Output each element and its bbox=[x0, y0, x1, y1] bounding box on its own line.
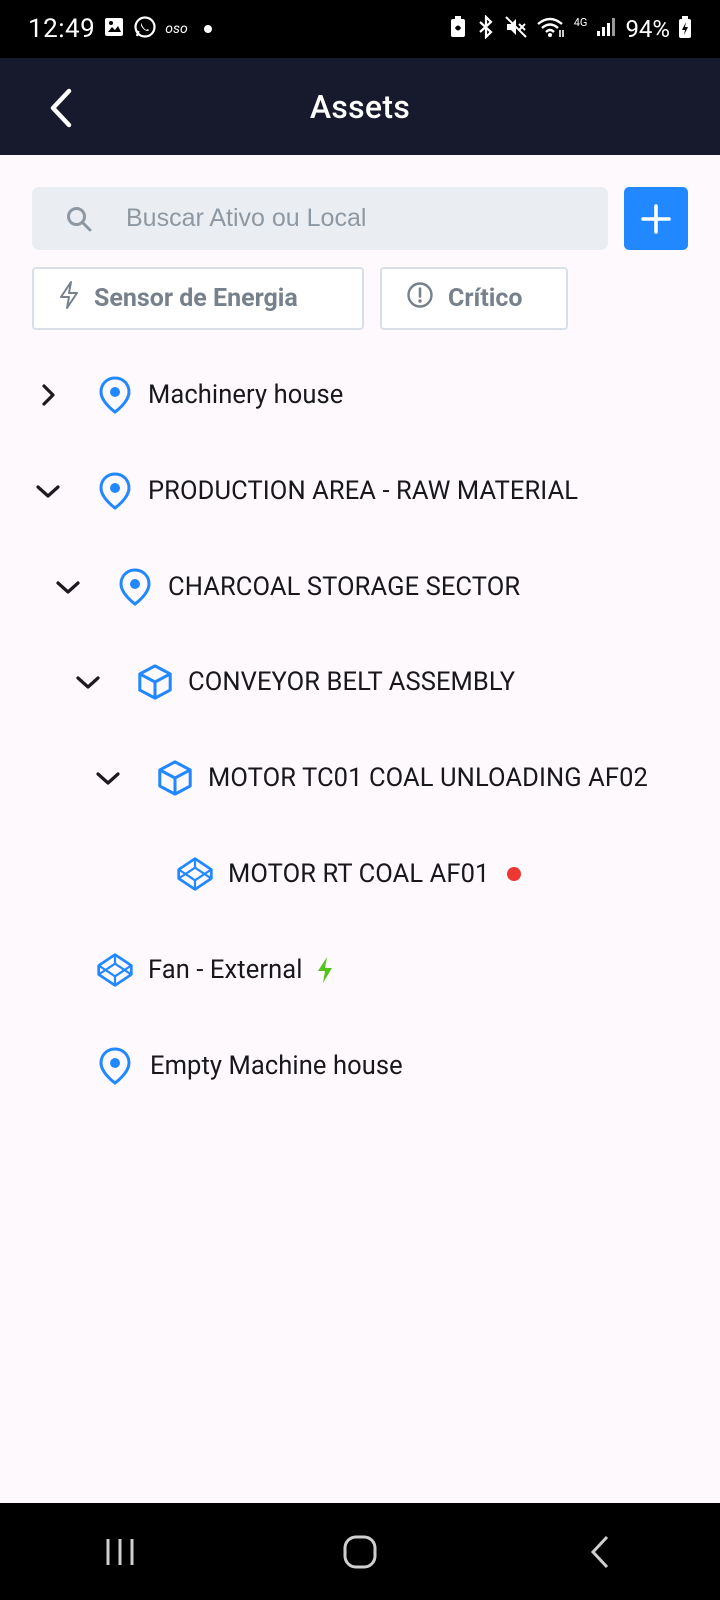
energy-bolt-icon bbox=[315, 956, 335, 984]
tree-item-empty-machine-house[interactable]: Empty Machine house bbox=[96, 1036, 403, 1096]
nav-back-button[interactable] bbox=[560, 1522, 640, 1582]
tree-item-charcoal-storage[interactable]: CHARCOAL STORAGE SECTOR bbox=[52, 557, 520, 617]
tree-item-conveyor-belt[interactable]: CONVEYOR BELT ASSEMBLY bbox=[72, 652, 515, 712]
chevron-down-icon[interactable] bbox=[52, 571, 84, 603]
plus-icon bbox=[641, 203, 671, 234]
tree-item-label: CONVEYOR BELT ASSEMBLY bbox=[188, 667, 516, 697]
chevron-down-icon[interactable] bbox=[92, 762, 124, 794]
signal-icon bbox=[595, 16, 617, 42]
critical-status-dot bbox=[507, 867, 522, 881]
status-time: 12:49 bbox=[28, 14, 96, 44]
chevron-right-icon[interactable] bbox=[32, 379, 64, 411]
tree-item-motor-rt-coal[interactable]: MOTOR RT COAL AF01 bbox=[176, 844, 522, 904]
mute-icon bbox=[504, 15, 528, 43]
back-arrow-icon bbox=[50, 88, 72, 128]
recents-button[interactable] bbox=[80, 1522, 160, 1582]
search-box[interactable] bbox=[32, 187, 608, 250]
status-bar: 12:49 oso 4G 94% bbox=[0, 0, 720, 58]
dot-icon bbox=[203, 25, 212, 33]
home-button[interactable] bbox=[320, 1522, 400, 1582]
status-right: 4G 94% bbox=[448, 14, 692, 43]
search-input[interactable] bbox=[126, 187, 586, 250]
location-pin-icon bbox=[96, 376, 134, 414]
battery-saver-icon bbox=[448, 15, 468, 43]
critical-label: Crítico bbox=[448, 284, 523, 313]
location-pin-icon bbox=[96, 472, 134, 510]
back-icon bbox=[590, 1535, 609, 1568]
asset-cube-icon bbox=[136, 663, 174, 701]
location-pin-icon bbox=[116, 568, 154, 606]
add-button[interactable] bbox=[624, 187, 688, 250]
carrier-tag: oso bbox=[165, 21, 188, 37]
search-icon bbox=[66, 206, 92, 232]
energy-sensor-filter[interactable]: Sensor de Energia bbox=[32, 267, 364, 330]
app-bar: Assets bbox=[0, 58, 720, 155]
asset-cube-icon bbox=[156, 759, 194, 797]
tree-item-label: Machinery house bbox=[148, 380, 344, 410]
tree-item-motor-tc01[interactable]: MOTOR TC01 COAL UNLOADING AF02 bbox=[92, 748, 648, 808]
bolt-icon bbox=[58, 280, 80, 317]
alert-circle-icon bbox=[406, 281, 434, 316]
network-type: 4G bbox=[573, 15, 588, 29]
home-icon bbox=[343, 1535, 377, 1568]
page-title: Assets bbox=[309, 87, 411, 126]
battery-percent: 94% bbox=[625, 15, 670, 43]
status-left: 12:49 oso bbox=[28, 14, 212, 44]
component-icon bbox=[176, 855, 214, 893]
tree-item-label: CHARCOAL STORAGE SECTOR bbox=[168, 572, 521, 602]
critical-filter[interactable]: Crítico bbox=[380, 267, 568, 330]
energy-sensor-label: Sensor de Energia bbox=[94, 284, 298, 313]
system-nav-bar bbox=[0, 1503, 720, 1600]
tree-item-label: Fan - External bbox=[148, 955, 303, 985]
back-button[interactable] bbox=[40, 86, 80, 130]
chevron-down-icon[interactable] bbox=[32, 475, 64, 507]
location-pin-icon bbox=[96, 1047, 134, 1085]
tree-item-label: MOTOR TC01 COAL UNLOADING AF02 bbox=[208, 763, 648, 793]
chevron-down-icon[interactable] bbox=[72, 666, 104, 698]
recents-icon bbox=[106, 1538, 134, 1565]
wifi-icon bbox=[536, 15, 566, 43]
tree-item-production-area[interactable]: PRODUCTION AREA - RAW MATERIAL bbox=[32, 461, 578, 521]
tree-item-fan-external[interactable]: Fan - External bbox=[96, 940, 335, 1000]
tree-item-label: MOTOR RT COAL AF01 bbox=[228, 859, 490, 889]
tree-item-machinery-house[interactable]: Machinery house bbox=[32, 365, 343, 425]
component-icon bbox=[96, 951, 134, 989]
bluetooth-icon bbox=[476, 14, 496, 43]
battery-icon bbox=[678, 15, 692, 43]
tree-item-label: PRODUCTION AREA - RAW MATERIAL bbox=[148, 476, 579, 506]
gallery-icon bbox=[103, 16, 125, 42]
tree-item-label: Empty Machine house bbox=[150, 1051, 403, 1081]
whatsapp-icon bbox=[133, 15, 157, 43]
